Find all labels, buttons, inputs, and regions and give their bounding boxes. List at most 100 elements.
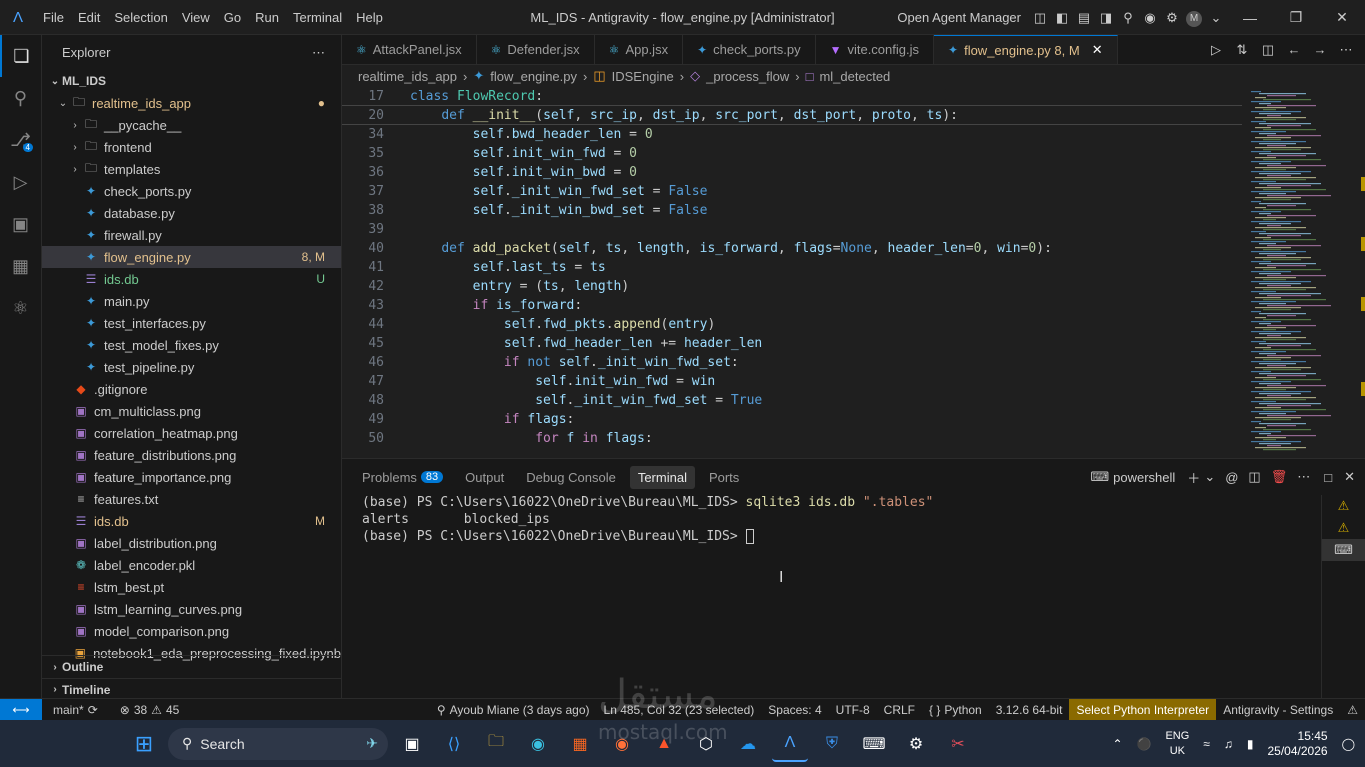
panel-tab-problems[interactable]: Problems 83 bbox=[354, 466, 451, 489]
clock[interactable]: 15:45 25/04/2026 bbox=[1268, 729, 1328, 759]
antigravity-taskbar-icon[interactable]: Λ bbox=[772, 726, 808, 762]
editor-scrollbar[interactable] bbox=[1355, 87, 1365, 458]
close-panel-icon[interactable]: ✕ bbox=[1344, 469, 1355, 485]
branch-indicator[interactable]: main* ⟳ bbox=[46, 703, 105, 717]
brave-icon[interactable]: ▲ bbox=[646, 726, 682, 762]
layout-icon[interactable]: ◫ bbox=[1029, 10, 1051, 26]
explorer-icon[interactable]: ❏ bbox=[0, 35, 41, 77]
split-editor-icon[interactable]: ◫ bbox=[1255, 42, 1281, 58]
cursor-position[interactable]: Ln 485, Col 32 (23 selected) bbox=[597, 703, 762, 717]
panel-tab-debug-console[interactable]: Debug Console bbox=[518, 466, 624, 489]
notification-bell-icon[interactable]: ◯ bbox=[1342, 737, 1355, 751]
select-interpreter-button[interactable]: Select Python Interpreter bbox=[1069, 698, 1217, 721]
edge-icon[interactable]: ◉ bbox=[520, 726, 556, 762]
problems-indicator[interactable]: ⊗ 38 ⚠ 45 bbox=[113, 703, 187, 717]
tree-item[interactable]: › 🗀 frontend bbox=[42, 136, 341, 158]
tree-item[interactable]: ▣ cm_multiclass.png bbox=[42, 400, 341, 422]
trash-icon[interactable]: 🗑 bbox=[1271, 469, 1288, 485]
tree-item[interactable]: ✦ database.py bbox=[42, 202, 341, 224]
open-agent-manager-button[interactable]: Open Agent Manager bbox=[897, 10, 1021, 25]
menu-file[interactable]: File bbox=[36, 10, 71, 25]
editor-tab[interactable]: ✦ check_ports.py bbox=[683, 35, 816, 64]
more-actions-icon[interactable]: ⋯ bbox=[1333, 42, 1359, 58]
run-debug-icon[interactable]: ▷ bbox=[0, 161, 41, 203]
tree-item[interactable]: › 🗀 __pycache__ bbox=[42, 114, 341, 136]
defender-icon[interactable]: ⛨ bbox=[814, 726, 850, 762]
docker-icon[interactable]: ☁ bbox=[730, 726, 766, 762]
tree-item[interactable]: › 🗀 templates bbox=[42, 158, 341, 180]
chevron-down-icon[interactable]: ⌄ bbox=[1204, 469, 1215, 485]
compare-icon[interactable]: ⇅ bbox=[1229, 42, 1255, 58]
more-actions-icon[interactable]: ⋯ bbox=[1297, 469, 1310, 485]
file-explorer-icon[interactable]: 🗀 bbox=[478, 726, 514, 762]
menu-run[interactable]: Run bbox=[248, 10, 286, 25]
tree-item[interactable]: ≡ lstm_best.pt bbox=[42, 576, 341, 598]
tree-item[interactable]: ✦ test_interfaces.py bbox=[42, 312, 341, 334]
terminal-instance-icon[interactable]: ⌨ bbox=[1322, 539, 1365, 561]
restore-button[interactable]: ❐ bbox=[1273, 9, 1319, 26]
settings-button[interactable]: Antigravity - Settings bbox=[1216, 703, 1340, 717]
encoding[interactable]: UTF-8 bbox=[829, 703, 877, 717]
breadcrumb-item[interactable]: IDSEngine bbox=[612, 69, 674, 84]
tree-item[interactable]: ☰ ids.db U bbox=[42, 268, 341, 290]
tree-item[interactable]: ▣ lstm_learning_curves.png bbox=[42, 598, 341, 620]
toggle-sidebar-icon[interactable]: ◧ bbox=[1051, 10, 1073, 26]
minimize-button[interactable]: — bbox=[1227, 10, 1273, 26]
indentation[interactable]: Spaces: 4 bbox=[761, 703, 828, 717]
extensions-icon[interactable]: ▦ bbox=[0, 245, 41, 287]
tree-item[interactable]: ✦ firewall.py bbox=[42, 224, 341, 246]
notifications-icon[interactable]: ⚠ bbox=[1340, 703, 1365, 717]
editor-tab[interactable]: ▼ vite.config.js bbox=[816, 35, 935, 64]
remote-icon[interactable]: ⟷ bbox=[0, 698, 42, 721]
toggle-secondary-sidebar-icon[interactable]: ◨ bbox=[1095, 10, 1117, 26]
menu-terminal[interactable]: Terminal bbox=[286, 10, 349, 25]
language-indicator[interactable]: ENG UK bbox=[1165, 729, 1189, 759]
testing-icon[interactable]: ⚛ bbox=[0, 287, 41, 329]
interpreter-version[interactable]: 3.12.6 64-bit bbox=[989, 703, 1070, 717]
code-editor[interactable]: 17 class FlowRecord: 20 def __init__(self,… bbox=[342, 87, 1242, 458]
warning-icon[interactable]: ⚠ bbox=[1322, 495, 1365, 517]
search-icon[interactable]: ⚲ bbox=[0, 77, 41, 119]
arrow-right-icon[interactable]: → bbox=[1307, 42, 1333, 57]
tree-item[interactable]: ✦ test_pipeline.py bbox=[42, 356, 341, 378]
taskbar-search[interactable]: ⚲ Search ✈ bbox=[168, 727, 388, 760]
firefox-icon[interactable]: ◉ bbox=[604, 726, 640, 762]
editor-tab[interactable]: ⚛ AttackPanel.jsx bbox=[342, 35, 477, 64]
panel-tab-output[interactable]: Output bbox=[457, 466, 512, 489]
menu-edit[interactable]: Edit bbox=[71, 10, 107, 25]
tree-item[interactable]: ▣ label_distribution.png bbox=[42, 532, 341, 554]
run-icon[interactable]: ▷ bbox=[1203, 42, 1229, 58]
line-ending[interactable]: CRLF bbox=[877, 703, 922, 717]
wifi-icon[interactable]: ≈ bbox=[1203, 737, 1210, 751]
antigravity-logo-icon[interactable]: Λ bbox=[0, 9, 36, 26]
tree-item[interactable]: ☰ ids.db M bbox=[42, 510, 341, 532]
terminal-output[interactable]: (base) PS C:\Users\16022\OneDrive\Bureau… bbox=[362, 495, 933, 546]
more-actions-icon[interactable]: ⋯ bbox=[312, 45, 325, 61]
chevron-up-icon[interactable]: ⌃ bbox=[1112, 737, 1122, 751]
menu-help[interactable]: Help bbox=[349, 10, 390, 25]
volume-icon[interactable]: ♫ bbox=[1224, 737, 1233, 751]
panel-tab-terminal[interactable]: Terminal bbox=[629, 465, 695, 489]
editor-tab[interactable]: ⚛ App.jsx bbox=[595, 35, 684, 64]
source-control-icon[interactable]: ⎇ 4 bbox=[0, 119, 41, 161]
chevron-down-icon[interactable]: ⌄ bbox=[1205, 10, 1227, 26]
chrome-icon[interactable]: ◉ bbox=[1139, 10, 1161, 26]
breadcrumb-item[interactable]: _process_flow bbox=[706, 69, 789, 84]
minimap[interactable] bbox=[1247, 87, 1357, 458]
avatar[interactable]: M bbox=[1183, 9, 1205, 27]
toggle-panel-icon[interactable]: ▤ bbox=[1073, 10, 1095, 26]
remote-explorer-icon[interactable]: ▣ bbox=[0, 203, 41, 245]
battery-icon[interactable]: ▮ bbox=[1247, 737, 1254, 751]
snipping-tool-icon[interactable]: ✂ bbox=[940, 726, 976, 762]
git-blame[interactable]: ⚲ Ayoub Miane (3 days ago) bbox=[430, 703, 597, 717]
windows-start-icon[interactable]: ⊞ bbox=[126, 726, 162, 762]
warning-icon[interactable]: ⚠ bbox=[1322, 517, 1365, 539]
menu-selection[interactable]: Selection bbox=[107, 10, 174, 25]
close-button[interactable]: ✕ bbox=[1319, 9, 1365, 26]
copilot-icon[interactable]: @ bbox=[1225, 470, 1238, 485]
search-icon[interactable]: ⚲ bbox=[1117, 10, 1139, 26]
tree-item[interactable]: ▣ feature_distributions.png bbox=[42, 444, 341, 466]
microphone-icon[interactable]: ⚫ bbox=[1137, 737, 1152, 751]
tree-item[interactable]: ▣ feature_importance.png bbox=[42, 466, 341, 488]
outline-section[interactable]: › Outline bbox=[42, 656, 341, 678]
